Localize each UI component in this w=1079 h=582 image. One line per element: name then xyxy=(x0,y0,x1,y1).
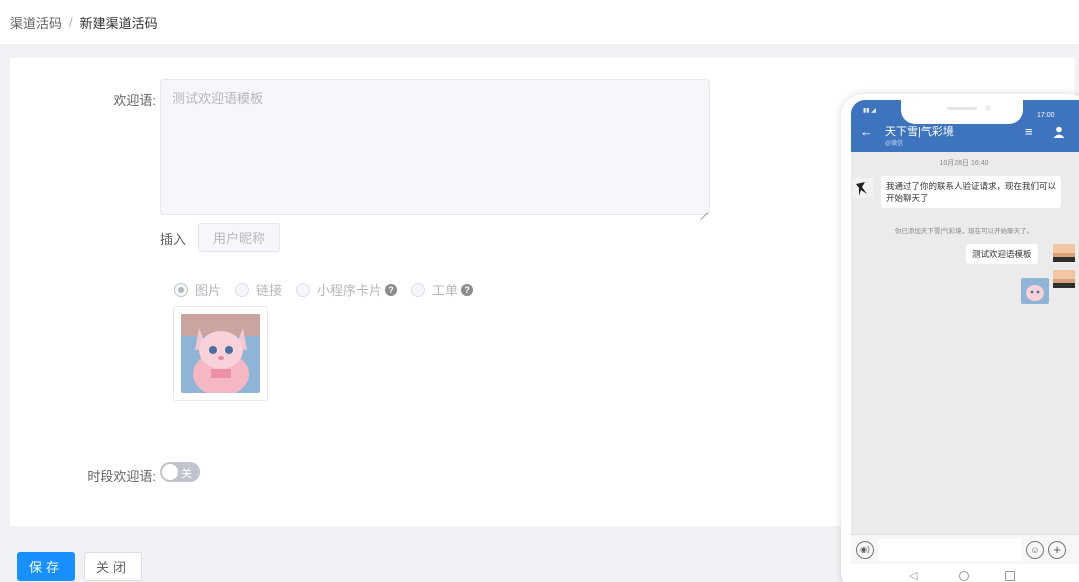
insert-nickname-button[interactable]: 用户昵称 xyxy=(198,223,280,252)
breadcrumb-parent-link[interactable]: 渠道活码 xyxy=(10,13,62,32)
toggle-state-text: 关 xyxy=(181,468,192,480)
back-arrow-icon: ← xyxy=(860,124,873,139)
attachment-type-radio[interactable]: 工单? xyxy=(411,280,474,299)
radio-label: 工单 xyxy=(432,283,459,298)
contact-avatar xyxy=(853,178,873,198)
voice-icon: ◉) xyxy=(856,541,874,559)
period-welcome-toggle[interactable]: 关 xyxy=(160,462,200,482)
attachment-type-radio[interactable]: 图片 xyxy=(174,280,221,299)
self-avatar xyxy=(1053,270,1075,288)
radio-circle-icon xyxy=(174,282,188,297)
radio-circle-icon xyxy=(235,282,250,297)
attachment-type-radio-group: 图片 链接 小程序卡片? 工单? xyxy=(174,280,487,299)
attachment-type-radio[interactable]: 小程序卡片? xyxy=(296,280,398,299)
incoming-message: 我通过了你的联系人验证请求，现在我们可以开始聊天了 xyxy=(881,176,1061,208)
chat-input-bar: ◉) ☺ + xyxy=(851,534,1079,564)
nav-recent-icon xyxy=(1005,571,1015,581)
period-welcome-label: 时段欢迎语: xyxy=(87,469,156,484)
phone-notch xyxy=(901,94,1023,124)
chat-body: 10月28日 16:40 我通过了你的联系人验证请求，现在我们可以开始聊天了 你… xyxy=(851,152,1079,534)
radio-circle-icon xyxy=(411,282,426,297)
plus-icon: + xyxy=(1048,541,1066,559)
radio-label: 小程序卡片 xyxy=(317,283,383,298)
radio-circle-icon xyxy=(296,282,311,297)
insert-label: 插入 xyxy=(160,232,187,247)
nav-back-icon: ◁ xyxy=(909,570,918,582)
chat-timestamp: 10月28日 16:40 xyxy=(939,160,989,167)
attachment-type-radio[interactable]: 链接 xyxy=(235,280,282,299)
welcome-textarea[interactable]: 测试欢迎语模板 xyxy=(160,79,710,215)
menu-icon: ≡ xyxy=(1025,124,1033,139)
close-button[interactable]: 关闭 xyxy=(84,552,142,581)
radio-label: 链接 xyxy=(256,283,283,298)
breadcrumb-current: 新建渠道活码 xyxy=(79,15,158,31)
nav-home-icon xyxy=(959,571,969,581)
help-icon[interactable]: ? xyxy=(461,283,474,296)
chat-title: 天下雪|气彩境 xyxy=(885,126,954,138)
radio-label: 图片 xyxy=(195,283,222,298)
self-avatar xyxy=(1053,244,1075,262)
save-button[interactable]: 保存 xyxy=(17,552,75,581)
user-icon xyxy=(1053,126,1065,138)
breadcrumb: 渠道活码 / 新建渠道活码 xyxy=(0,0,1079,44)
phone-nav-bar: ◁ xyxy=(851,564,1079,582)
attachment-image-thumbnail xyxy=(181,314,260,393)
system-notice: 你已添加天下雪|气彩境，现在可以开始聊天了。 xyxy=(894,228,1034,235)
resize-grip-icon[interactable] xyxy=(700,205,708,213)
breadcrumb-separator: / xyxy=(69,14,73,30)
emoji-icon: ☺ xyxy=(1026,541,1044,559)
signal-icon: ▮▮ ◢ xyxy=(863,108,876,114)
welcome-label: 欢迎语: xyxy=(113,93,156,108)
phone-preview: ▮▮ ◢ 17:00 ← 天下雪|气彩境 @微信 ≡ 10月28日 16:40 … xyxy=(841,94,1079,582)
toggle-knob xyxy=(162,464,178,480)
outgoing-message: 测试欢迎语模板 xyxy=(966,244,1038,264)
chat-subtitle: @微信 xyxy=(885,141,904,147)
help-icon[interactable]: ? xyxy=(385,283,398,296)
status-time: 17:00 xyxy=(1037,112,1055,119)
image-message xyxy=(1021,278,1049,304)
chat-input xyxy=(878,539,1021,561)
attachment-image-card[interactable] xyxy=(173,306,268,401)
